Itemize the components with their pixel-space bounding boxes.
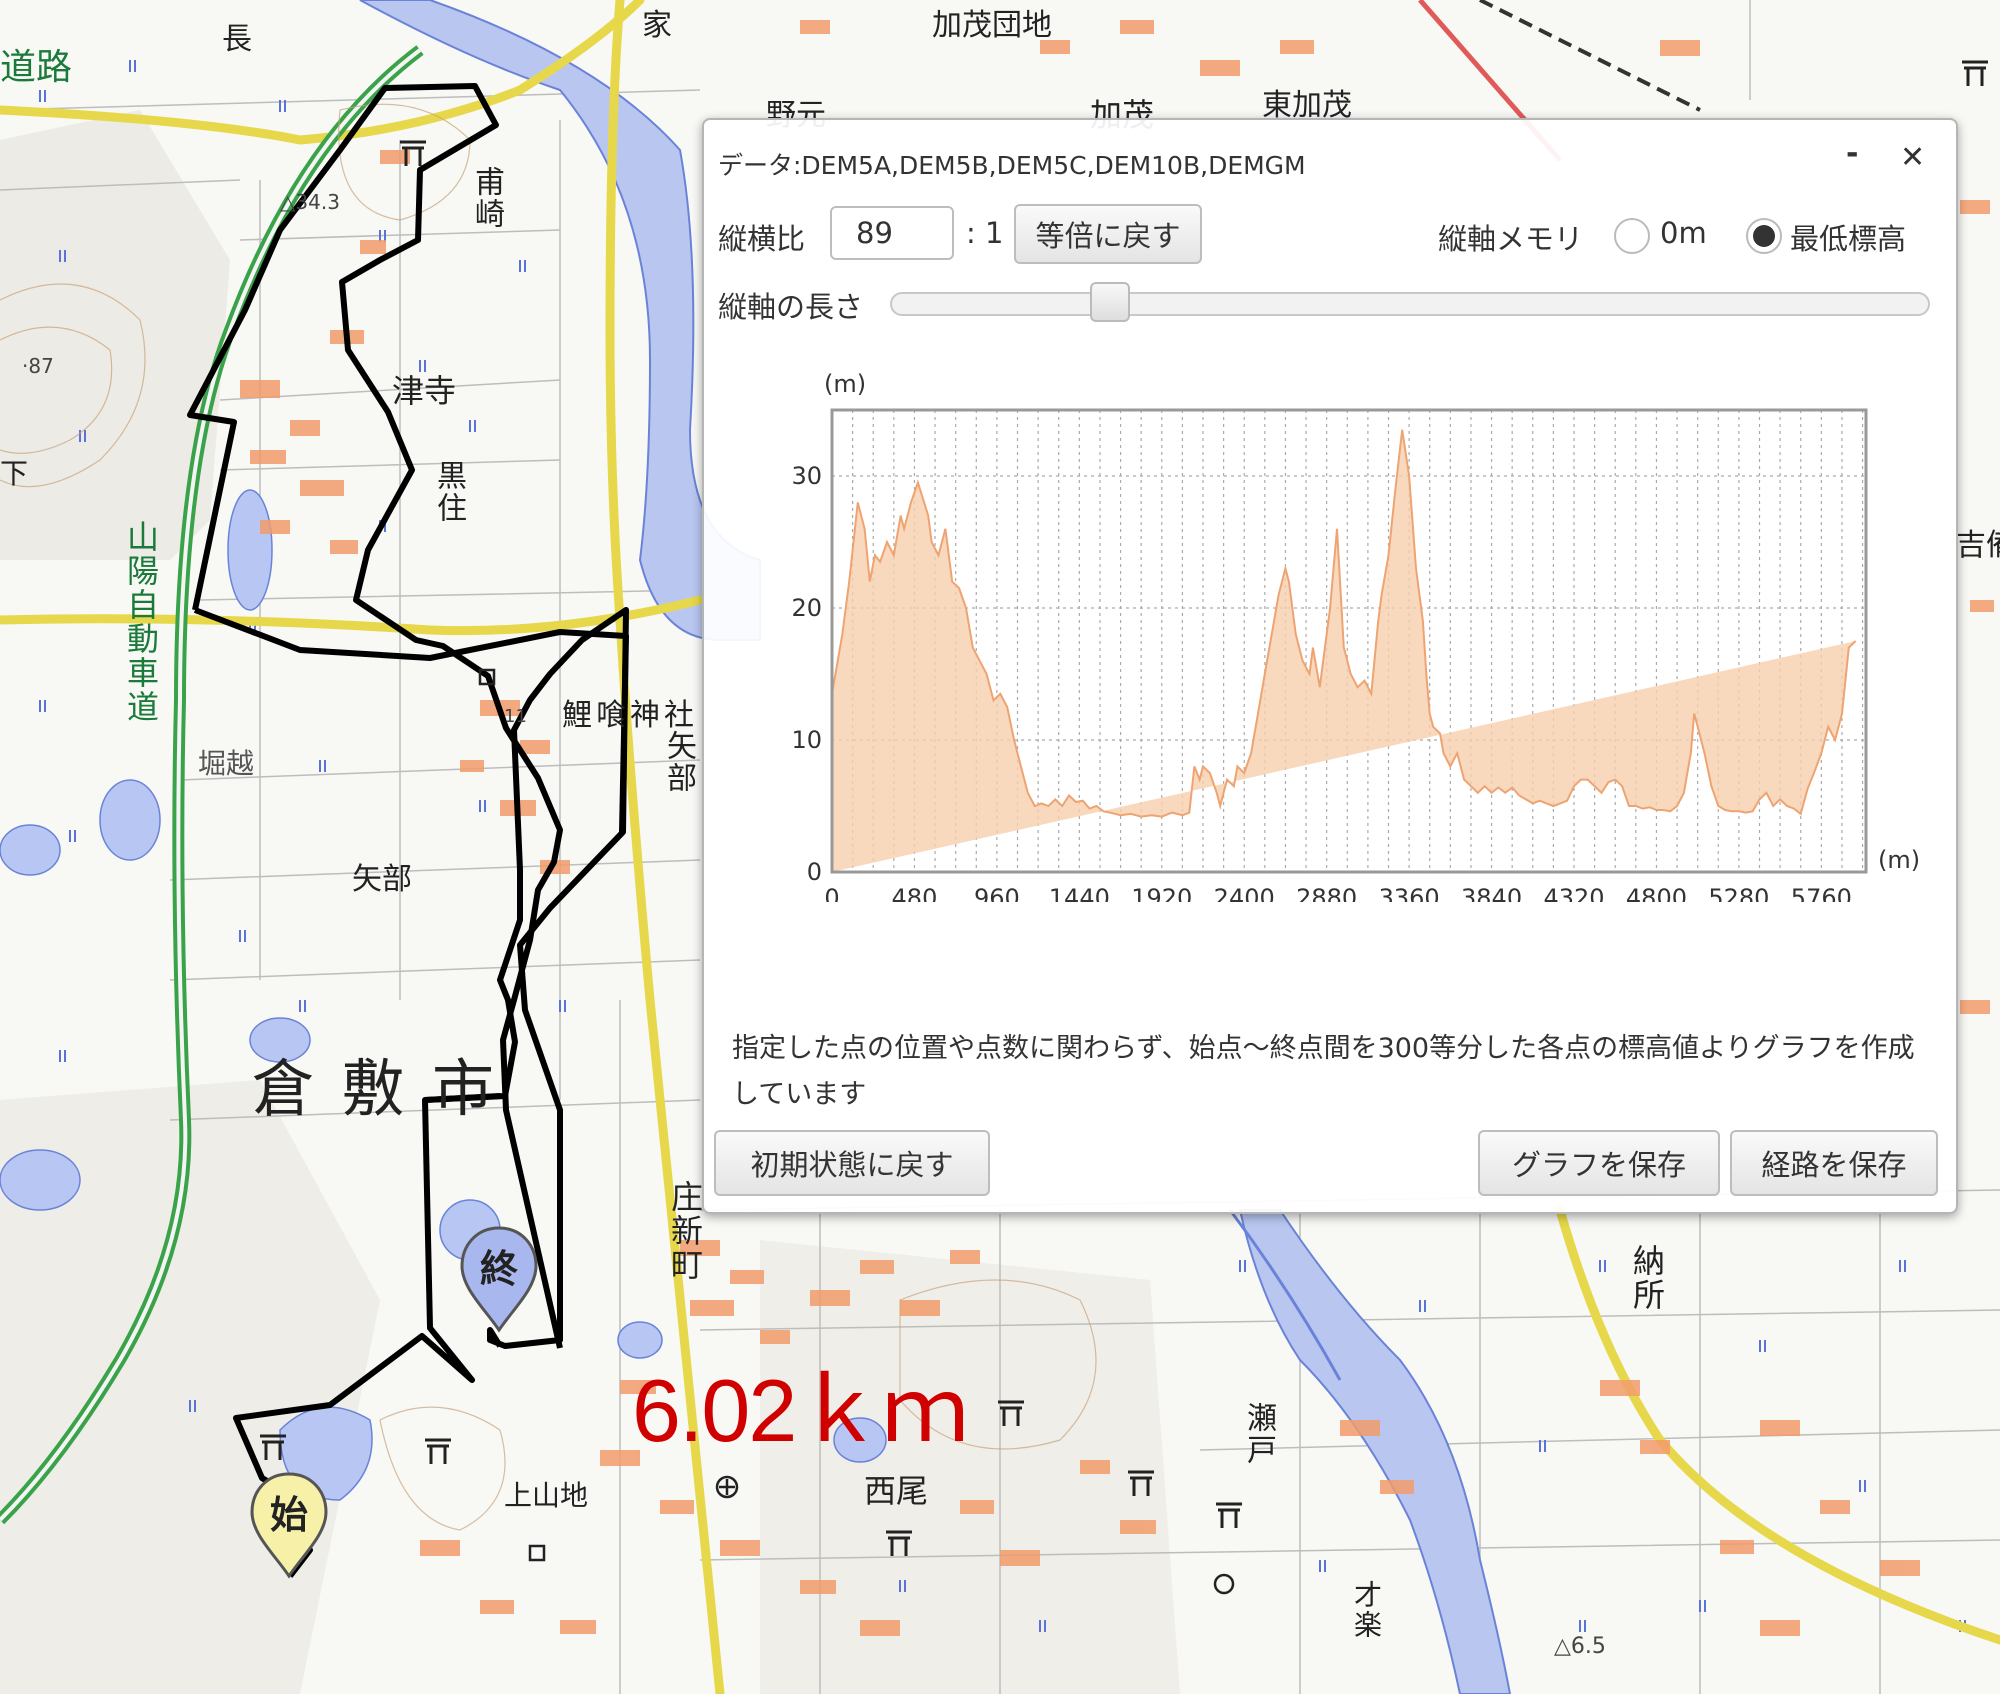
map-label-kamo-danchi: 加茂団地 [932,8,1052,43]
axis-length-slider-track[interactable] [890,292,1930,316]
dialog-title: データ:DEM5A,DEM5B,DEM5C,DEM10B,DEMGM [718,151,1306,180]
x-tick-label: 0 [824,884,839,902]
elevation-chart: 0 480 960 1440 1920 2400 2880 3360 3840 4320 4800 5… [791,370,1920,902]
x-tick-label: 4320 [1543,884,1604,902]
x-axis-unit: (m) [1878,846,1920,874]
map-label-ie: 家 [642,8,672,43]
radio-zero-m[interactable] [1614,218,1650,254]
x-tick-label: 4800 [1626,884,1687,902]
elevation-profile-dialog: データ:DEM5A,DEM5B,DEM5C,DEM10B,DEMGM ‐ ✕ 縦… [702,118,1958,1214]
y-tick-label: 30 [791,462,822,490]
map-label-kurozumi: 黒住 [431,460,466,524]
map-label-hozaki: 甫崎 [469,166,504,230]
map-label-kibi: 吉備 [1956,528,2000,563]
map-label-seto: 瀬戸 [1241,1402,1276,1466]
y-tick-label: 0 [807,858,822,886]
x-tick-label: 960 [974,884,1020,902]
x-tick-label: 3840 [1461,884,1522,902]
axis-length-label: 縦軸の長さ [718,290,864,324]
map-label-tsudera: 津寺 [392,372,457,410]
map-label-yabe: 矢部 [352,862,412,897]
x-tick-label: 2400 [1214,884,1275,902]
map-label-naga: 長 [222,22,252,57]
aspect-ratio-suffix: : 1 [966,216,1004,250]
map-label-elevation-6-5: △6.5 [1554,1634,1606,1659]
aspect-ratio-input[interactable]: 89 [830,206,954,260]
axis-memory-label: 縦軸メモリ [1438,222,1584,256]
map-label-elevation-11: 11 [504,706,527,727]
map-label-kamiyamaji: 上山地 [504,1479,589,1512]
map-label-nosho: 納所 [1628,1244,1666,1312]
map-label-kurashiki: 倉敷市 [252,1052,523,1125]
minimize-icon[interactable]: ‐ [1846,136,1858,171]
map-label-yabe-vertical: 矢部 [661,730,696,794]
y-axis-unit: (m) [824,370,866,398]
reset-to-initial-button[interactable]: 初期状態に戻す [714,1130,990,1196]
map-label-elevation-34-3: △34.3 [280,190,340,214]
close-icon[interactable]: ✕ [1900,140,1925,175]
x-tick-label: 1920 [1131,884,1192,902]
radio-min-elevation[interactable] [1746,218,1782,254]
reset-ratio-button[interactable]: 等倍に戻す [1014,204,1202,264]
start-point-marker[interactable]: 始 [248,1470,330,1580]
map-label-sairaku: 才楽 [1350,1580,1383,1640]
x-tick-label: 480 [892,884,938,902]
route-distance-label: 6.02ｋｍ [632,1361,969,1460]
map-label-elevation-87: ·87 [22,354,54,378]
map-label-koi-shrine: 鯉喰神社 [562,698,698,733]
chart-note: 指定した点の位置や点数に関わらず、始点～終点間を300等分した各点の標高値よりグ… [732,1033,1915,1110]
map-label-road-top: 道路 [0,47,73,88]
map-label-sanyo-expressway: 山陽自動車道 [122,520,160,724]
y-tick-label: 10 [791,726,822,754]
y-tick-label: 20 [791,594,822,622]
x-tick-label: 2880 [1296,884,1357,902]
aspect-ratio-label: 縦横比 [718,222,806,256]
radio-zero-m-label: 0m [1660,216,1707,250]
save-route-button[interactable]: 経路を保存 [1730,1130,1938,1196]
x-tick-label: 5760 [1791,884,1852,902]
x-tick-label: 5280 [1708,884,1769,902]
end-point-marker[interactable]: 終 [458,1224,540,1334]
start-marker-label: 始 [269,1493,308,1537]
end-marker-label: 終 [479,1247,518,1291]
x-tick-label: 3360 [1379,884,1440,902]
axis-length-slider-handle[interactable] [1090,282,1130,322]
map-label-shita: 下 [0,457,29,490]
save-graph-button[interactable]: グラフを保存 [1478,1130,1720,1196]
map-label-nishio: 西尾 [864,1472,929,1510]
radio-min-elevation-label: 最低標高 [1790,222,1907,256]
x-tick-label: 1440 [1049,884,1110,902]
map-label-horikoshi: 堀越 [198,747,255,780]
